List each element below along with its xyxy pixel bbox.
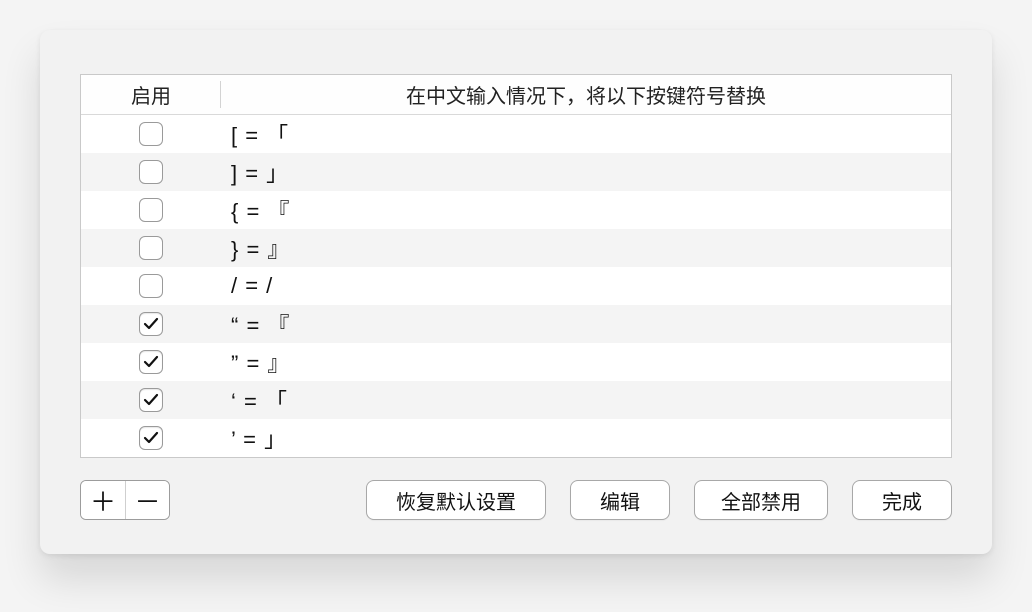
cell-replacement-text: ‘ = 「 bbox=[221, 384, 951, 416]
table-row[interactable]: ’ = 」 bbox=[81, 419, 951, 457]
table-header: 启用 在中文输入情况下，将以下按键符号替换 bbox=[81, 75, 951, 115]
table-row[interactable]: “ = 『 bbox=[81, 305, 951, 343]
cell-replacement-text: ] = 」 bbox=[221, 156, 951, 188]
table-row[interactable]: ‘ = 「 bbox=[81, 381, 951, 419]
check-icon bbox=[143, 430, 159, 446]
plus-icon: ＋ bbox=[90, 482, 116, 519]
enable-checkbox[interactable] bbox=[139, 350, 163, 374]
column-header-description: 在中文输入情况下，将以下按键符号替换 bbox=[221, 75, 951, 114]
cell-enable bbox=[81, 350, 221, 374]
table-row[interactable]: / = / bbox=[81, 267, 951, 305]
disable-all-button[interactable]: 全部禁用 bbox=[694, 480, 828, 520]
restore-defaults-button[interactable]: 恢复默认设置 bbox=[366, 480, 546, 520]
check-icon bbox=[143, 392, 159, 408]
add-remove-segment: ＋ － bbox=[80, 480, 170, 520]
cell-enable bbox=[81, 388, 221, 412]
table-body: [ = 「 ] = 」 { = 『 } = 』 / = / “ = 『 ” = 』 ‘ = 「… bbox=[81, 115, 951, 457]
cell-enable bbox=[81, 198, 221, 222]
check-icon bbox=[143, 354, 159, 370]
preferences-panel: 启用 在中文输入情况下，将以下按键符号替换 [ = 「 ] = 」 { = 『 } =… bbox=[40, 30, 992, 554]
table-row[interactable]: } = 』 bbox=[81, 229, 951, 267]
table-row[interactable]: ] = 」 bbox=[81, 153, 951, 191]
cell-replacement-text: “ = 『 bbox=[221, 308, 951, 340]
table-row[interactable]: ” = 』 bbox=[81, 343, 951, 381]
enable-checkbox[interactable] bbox=[139, 160, 163, 184]
done-button[interactable]: 完成 bbox=[852, 480, 952, 520]
cell-enable bbox=[81, 236, 221, 260]
enable-checkbox[interactable] bbox=[139, 236, 163, 260]
cell-enable bbox=[81, 312, 221, 336]
cell-replacement-text: } = 』 bbox=[221, 232, 951, 264]
enable-checkbox[interactable] bbox=[139, 426, 163, 450]
cell-replacement-text: ” = 』 bbox=[221, 346, 951, 378]
column-header-enable: 启用 bbox=[81, 75, 221, 114]
add-button[interactable]: ＋ bbox=[81, 481, 125, 519]
cell-enable bbox=[81, 274, 221, 298]
cell-replacement-text: [ = 「 bbox=[221, 118, 951, 150]
remove-button[interactable]: － bbox=[125, 481, 169, 519]
cell-replacement-text: ’ = 」 bbox=[221, 422, 951, 454]
cell-enable bbox=[81, 160, 221, 184]
cell-replacement-text: / = / bbox=[221, 273, 951, 299]
table-row[interactable]: [ = 「 bbox=[81, 115, 951, 153]
table-row[interactable]: { = 『 bbox=[81, 191, 951, 229]
check-icon bbox=[143, 316, 159, 332]
cell-replacement-text: { = 『 bbox=[221, 194, 951, 226]
cell-enable bbox=[81, 122, 221, 146]
enable-checkbox[interactable] bbox=[139, 198, 163, 222]
footer: ＋ － 恢复默认设置 编辑 全部禁用 完成 bbox=[80, 480, 952, 520]
enable-checkbox[interactable] bbox=[139, 388, 163, 412]
enable-checkbox[interactable] bbox=[139, 312, 163, 336]
replacement-table: 启用 在中文输入情况下，将以下按键符号替换 [ = 「 ] = 」 { = 『 } =… bbox=[80, 74, 952, 458]
enable-checkbox[interactable] bbox=[139, 122, 163, 146]
minus-icon: － bbox=[134, 482, 160, 519]
enable-checkbox[interactable] bbox=[139, 274, 163, 298]
edit-button[interactable]: 编辑 bbox=[570, 480, 670, 520]
cell-enable bbox=[81, 426, 221, 450]
